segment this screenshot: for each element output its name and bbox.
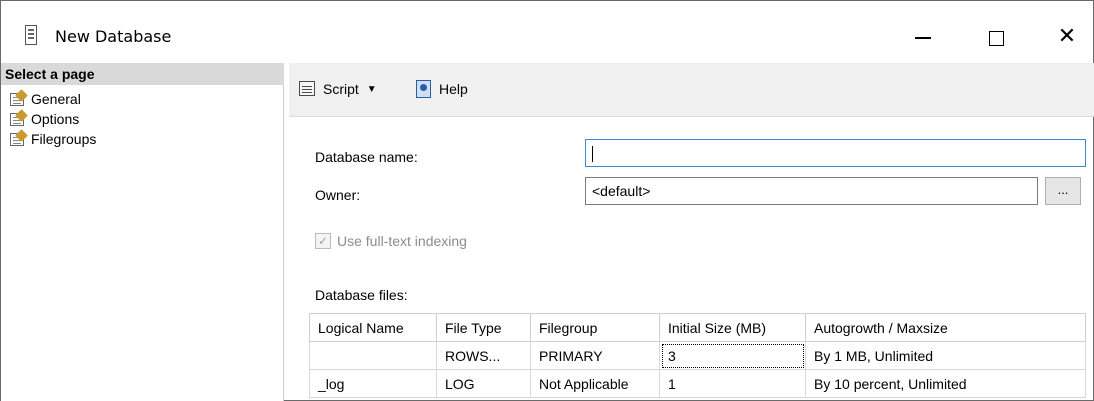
database-name-label: Database name: <box>315 149 418 165</box>
database-icon <box>25 25 37 45</box>
column-header-autogrowth[interactable]: Autogrowth / Maxsize <box>805 313 1086 342</box>
autogrowth-cell[interactable]: By 1 MB, Unlimited <box>805 341 1086 370</box>
help-label: Help <box>439 81 468 97</box>
browse-owner-button[interactable]: ... <box>1045 177 1081 205</box>
column-header-filegroup[interactable]: Filegroup <box>530 313 660 342</box>
sidebar-item-options[interactable]: Options <box>9 109 79 129</box>
script-label: Script <box>323 81 359 97</box>
initial-size-cell[interactable]: 3 <box>659 341 806 370</box>
title-bar: New Database ✕ <box>1 1 1093 55</box>
column-header-initial-size[interactable]: Initial Size (MB) <box>659 313 806 342</box>
chevron-down-icon[interactable]: ▼ <box>367 84 377 95</box>
select-page-header: Select a page <box>1 63 284 85</box>
maximize-icon <box>988 30 1004 46</box>
script-button[interactable]: Script ▼ <box>297 77 381 101</box>
close-icon: ✕ <box>1057 24 1077 49</box>
table-row[interactable]: ROWS... PRIMARY 3 By 1 MB, Unlimited <box>309 341 1086 370</box>
sidebar-item-label: Options <box>31 111 80 127</box>
page-wrench-icon <box>9 109 28 127</box>
sidebar-item-label: Filegroups <box>31 131 97 147</box>
minimize-icon <box>915 37 931 39</box>
initial-size-cell[interactable]: 1 <box>659 369 806 398</box>
checkmark-icon: ✓ <box>317 234 329 248</box>
sidebar-item-filegroups[interactable]: Filegroups <box>9 129 96 149</box>
filegroup-cell[interactable]: PRIMARY <box>530 341 660 370</box>
database-name-input[interactable] <box>585 139 1086 167</box>
logical-name-cell[interactable] <box>309 341 437 370</box>
sidebar-item-label: General <box>31 91 81 107</box>
page-wrench-icon <box>9 129 28 147</box>
page-selector-pane: Select a page General Options Filegroups <box>1 63 284 401</box>
maximize-button[interactable] <box>976 19 1016 53</box>
database-files-grid: Logical Name File Type Filegroup Initial… <box>309 313 1086 398</box>
owner-input[interactable]: <default> <box>585 177 1038 205</box>
fulltext-indexing-checkbox[interactable]: ✓ <box>315 233 331 249</box>
file-type-cell[interactable]: LOG <box>436 369 531 398</box>
database-files-label: Database files: <box>315 287 408 303</box>
toolbar: Script ▼ Help <box>289 63 1094 117</box>
filegroup-cell[interactable]: Not Applicable <box>530 369 660 398</box>
autogrowth-cell[interactable]: By 10 percent, Unlimited <box>805 369 1086 398</box>
grid-header-row: Logical Name File Type Filegroup Initial… <box>309 313 1086 342</box>
minimize-button[interactable] <box>903 19 943 53</box>
table-row[interactable]: _log LOG Not Applicable 1 By 10 percent,… <box>309 369 1086 398</box>
text-cursor <box>592 146 593 163</box>
close-button[interactable]: ✕ <box>1047 19 1087 53</box>
fulltext-indexing-label: Use full-text indexing <box>337 233 467 249</box>
file-type-cell[interactable]: ROWS... <box>436 341 531 370</box>
owner-label: Owner: <box>315 187 361 203</box>
window-title: New Database <box>55 27 172 46</box>
help-icon <box>413 79 435 99</box>
script-icon <box>297 79 319 99</box>
column-header-file-type[interactable]: File Type <box>436 313 531 342</box>
sidebar-item-general[interactable]: General <box>9 89 81 109</box>
column-header-logical-name[interactable]: Logical Name <box>309 313 437 342</box>
general-page-content: Script ▼ Help Database name: Owner: <def… <box>289 63 1094 401</box>
logical-name-cell[interactable]: _log <box>309 369 437 398</box>
new-database-window: New Database ✕ Select a page General Opt… <box>0 0 1094 401</box>
help-button[interactable]: Help <box>413 77 468 101</box>
page-wrench-icon <box>9 89 28 107</box>
